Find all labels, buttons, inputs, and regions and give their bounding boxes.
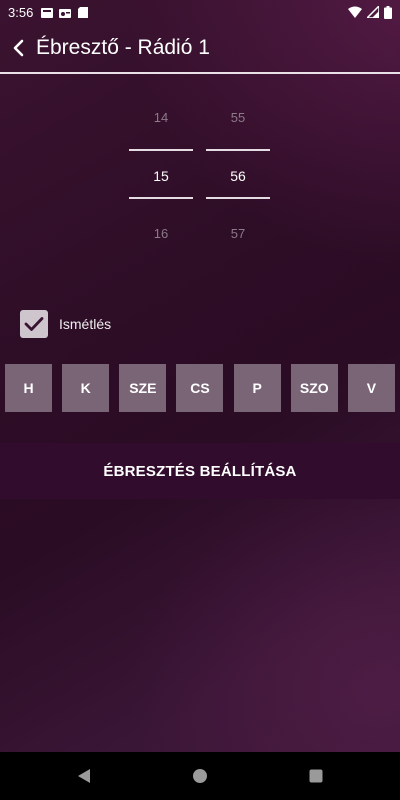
signal-icon (367, 6, 379, 18)
minute-picker[interactable]: 55 56 57 (206, 100, 270, 250)
day-button-thursday[interactable]: CS (176, 364, 224, 412)
minute-divider-bottom (206, 197, 270, 199)
minute-next[interactable]: 57 (206, 226, 270, 241)
recents-icon (309, 769, 323, 783)
navigation-bar (0, 752, 400, 800)
day-selector: H K SZE CS P SZO V (5, 364, 395, 412)
day-button-wednesday[interactable]: SZE (119, 364, 167, 412)
notification-icons (41, 6, 89, 18)
minute-divider-top (206, 149, 270, 151)
repeat-checkbox[interactable] (20, 310, 48, 338)
repeat-label: Ismétlés (59, 316, 112, 332)
sd-card-icon (78, 6, 89, 18)
hour-next[interactable]: 16 (129, 226, 193, 241)
home-icon (193, 769, 207, 783)
minute-current[interactable]: 56 (206, 168, 270, 184)
back-arrow-icon (13, 39, 24, 57)
day-button-sunday[interactable]: V (347, 364, 395, 412)
status-bar: 3:56 (0, 0, 400, 24)
status-time: 3:56 (8, 4, 34, 20)
set-alarm-button[interactable]: ÉBRESZTÉS BEÁLLÍTÁSA (0, 443, 400, 499)
checkmark-icon (24, 317, 44, 331)
day-button-saturday[interactable]: SZO (290, 364, 338, 412)
repeat-toggle[interactable]: Ismétlés (20, 310, 111, 338)
system-icons (348, 5, 392, 19)
card-icon (41, 7, 54, 18)
hour-current[interactable]: 15 (129, 168, 193, 184)
minute-prev[interactable]: 55 (206, 110, 270, 125)
day-button-monday[interactable]: H (5, 364, 52, 412)
page-title: Ébresztő - Rádió 1 (36, 36, 210, 59)
nav-home-button[interactable] (186, 762, 214, 790)
nav-back-button[interactable] (70, 762, 98, 790)
day-button-tuesday[interactable]: K (62, 364, 110, 412)
hour-picker[interactable]: 14 15 16 (129, 100, 193, 250)
toolbar: Ébresztő - Rádió 1 (0, 24, 400, 74)
wifi-icon (348, 6, 362, 18)
hour-divider-bottom (129, 197, 193, 199)
hour-prev[interactable]: 14 (129, 110, 193, 125)
day-button-friday[interactable]: P (233, 364, 281, 412)
back-button[interactable] (0, 23, 36, 73)
back-icon (78, 769, 90, 783)
hour-divider-top (129, 149, 193, 151)
radio-icon (59, 8, 72, 18)
nav-recents-button[interactable] (302, 762, 330, 790)
battery-icon (384, 5, 392, 19)
